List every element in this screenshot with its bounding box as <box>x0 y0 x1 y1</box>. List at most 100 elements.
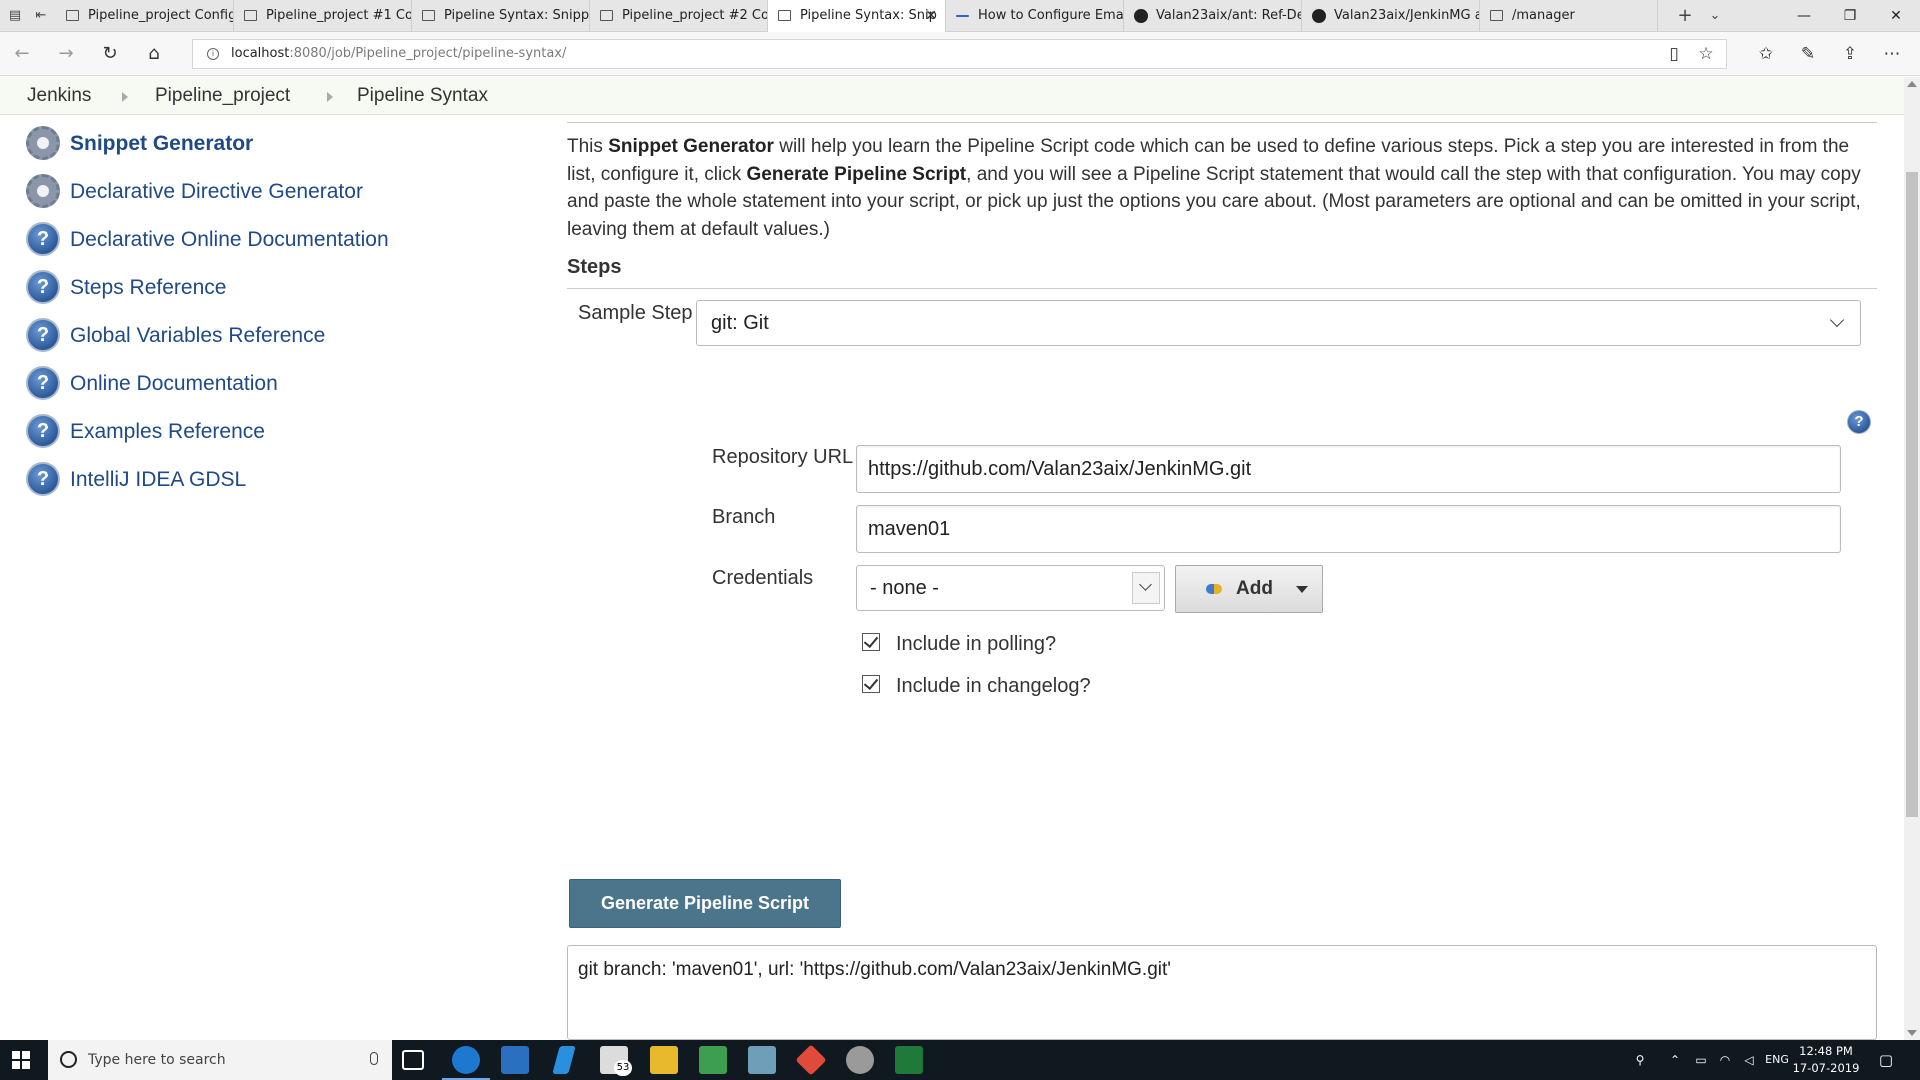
browser-tab-label: Valan23aix/JenkinMG at <box>1334 8 1480 23</box>
breadcrumb-jenkins[interactable]: Jenkins <box>27 77 91 115</box>
reading-view-icon[interactable]: ▯ <box>1662 42 1686 66</box>
set-aside-tabs-icon[interactable]: ⇤ <box>32 7 50 25</box>
sidebar-item-label: Declarative Online Documentation <box>70 228 389 251</box>
edge-browser-icon[interactable] <box>442 1046 490 1080</box>
home-icon[interactable]: ⌂ <box>142 42 166 66</box>
people-icon[interactable]: ⚲ <box>1630 1040 1650 1080</box>
include-changelog-checkbox[interactable] <box>862 675 880 693</box>
browser-tab-active[interactable]: Pipeline Syntax: Snip ✕ <box>768 0 946 33</box>
intro-text: This <box>567 136 609 157</box>
scroll-up-arrow-icon[interactable] <box>1907 81 1917 87</box>
favorites-hub-icon[interactable]: ✩ <box>1754 42 1778 66</box>
sidebar-item-label: Snippet Generator <box>70 132 254 155</box>
tray-chevron-up-icon[interactable]: ⌃ <box>1665 1040 1685 1080</box>
taskbar-clock[interactable]: 12:48 PM 17-07-2019 <box>1790 1043 1862 1077</box>
include-polling-label: Include in polling? <box>896 633 1057 655</box>
sidebar-item-declarative-directive-generator[interactable]: Declarative Directive Generator <box>26 172 526 212</box>
branch-input[interactable]: maven01 <box>856 505 1841 553</box>
mail-icon[interactable]: 53 <box>600 1046 632 1076</box>
sidebar-item-steps-reference[interactable]: ? Steps Reference <box>26 268 526 308</box>
include-polling-checkbox[interactable] <box>862 633 880 651</box>
new-tab-icon[interactable]: + <box>1676 7 1694 25</box>
browser-tab-bar: ▤ ⇤ Pipeline_project Config Pipeline_pro… <box>0 0 1920 33</box>
site-info-icon[interactable]: i <box>207 48 219 60</box>
forward-arrow-icon[interactable]: → <box>54 42 78 66</box>
page-scrollbar[interactable] <box>1904 77 1920 1040</box>
sample-step-select[interactable]: git: Git <box>696 300 1861 346</box>
share-icon[interactable]: ⇪ <box>1838 42 1862 66</box>
browser-tab-label: /manager <box>1512 8 1575 23</box>
browser-tab[interactable]: Pipeline Syntax: Snippet <box>412 0 590 32</box>
close-tab-icon[interactable]: ✕ <box>925 0 937 32</box>
browser-tab[interactable]: Valan23aix/JenkinMG at <box>1302 0 1480 32</box>
add-credentials-button[interactable]: Add <box>1175 565 1323 613</box>
action-center-icon[interactable]: ▢ <box>1872 1040 1900 1080</box>
file-explorer-icon[interactable] <box>650 1046 678 1074</box>
tab-preview-chevron-icon[interactable]: ⌄ <box>1706 7 1724 25</box>
refresh-icon[interactable]: ↻ <box>98 42 122 66</box>
microphone-icon[interactable] <box>370 1052 378 1065</box>
back-arrow-icon[interactable]: ← <box>10 42 34 66</box>
scrollbar-thumb[interactable] <box>1906 172 1918 817</box>
windows-start-icon[interactable] <box>12 1051 30 1069</box>
notepad-icon[interactable] <box>748 1046 776 1074</box>
browser-tab[interactable]: How to Configure Email <box>946 0 1124 32</box>
browser-tab[interactable]: Pipeline_project Config <box>56 0 234 32</box>
paint-icon[interactable] <box>846 1046 874 1074</box>
browser-tab[interactable]: /manager <box>1480 0 1658 32</box>
spreadsheet-icon[interactable] <box>895 1046 923 1074</box>
sidebar-item-examples-reference[interactable]: ? Examples Reference <box>26 412 526 452</box>
browser-tab[interactable]: Pipeline_project #1 Con <box>234 0 412 32</box>
git-icon[interactable] <box>795 1044 827 1076</box>
mail-badge: 53 <box>614 1060 632 1076</box>
wifi-icon[interactable]: ◠ <box>1714 1040 1736 1080</box>
windows-taskbar: Type here to search 53 ⚲ ⌃ ▭ ◠ ◁ ENG 12:… <box>0 1040 1920 1080</box>
browser-tab[interactable]: Pipeline_project #2 Con <box>590 0 768 32</box>
branch-label: Branch <box>712 506 776 528</box>
language-indicator[interactable]: ENG <box>1762 1040 1792 1080</box>
restore-icon[interactable]: ❐ <box>1827 0 1873 32</box>
sidebar-item-label: Steps Reference <box>70 276 227 299</box>
address-bar[interactable]: i localhost:8080/job/Pipeline_project/pi… <box>192 39 1727 69</box>
scroll-down-arrow-icon[interactable] <box>1907 1030 1917 1036</box>
credentials-label: Credentials <box>712 567 814 589</box>
sample-step-value: git: Git <box>711 312 769 334</box>
key-icon <box>1206 584 1222 594</box>
breadcrumb-pipeline-project[interactable]: Pipeline_project <box>155 77 290 115</box>
page-icon <box>422 10 435 21</box>
clock-date: 17-07-2019 <box>1792 1061 1860 1075</box>
taskbar-search-input[interactable]: Type here to search <box>48 1040 392 1080</box>
help-icon: ? <box>26 318 60 352</box>
generated-script-textarea[interactable]: git branch: 'maven01', url: 'https://git… <box>567 945 1877 1040</box>
sidebar-item-global-variables-reference[interactable]: ? Global Variables Reference <box>26 316 526 356</box>
credentials-select[interactable]: - none - <box>856 565 1165 611</box>
vscode-icon[interactable] <box>552 1046 576 1074</box>
breadcrumb-pipeline-syntax[interactable]: Pipeline Syntax <box>357 77 488 115</box>
credentials-value: - none - <box>870 577 939 599</box>
sidebar-item-label: Declarative Directive Generator <box>70 180 363 203</box>
battery-icon[interactable]: ▭ <box>1690 1040 1712 1080</box>
breadcrumb-separator-icon <box>122 92 128 102</box>
pen-notes-icon[interactable]: ✎ <box>1796 42 1820 66</box>
sidebar-item-online-documentation[interactable]: ? Online Documentation <box>26 364 526 404</box>
sidebar-item-declarative-online-documentation[interactable]: ? Declarative Online Documentation <box>26 220 526 260</box>
minimize-icon[interactable]: — <box>1781 0 1827 32</box>
help-icon[interactable]: ? <box>1847 410 1871 434</box>
sidebar-item-snippet-generator[interactable]: Snippet Generator <box>26 124 526 164</box>
tab-actions-icon[interactable]: ▤ <box>6 7 24 25</box>
browser-tab[interactable]: Valan23aix/ant: Ref-Dev <box>1124 0 1302 32</box>
volume-icon[interactable]: ◁ <box>1738 1040 1760 1080</box>
task-view-icon[interactable] <box>402 1050 424 1070</box>
github-icon <box>1312 9 1326 23</box>
media-app-icon[interactable] <box>699 1046 727 1074</box>
close-window-icon[interactable]: ✕ <box>1873 0 1919 32</box>
generate-pipeline-script-button[interactable]: Generate Pipeline Script <box>569 879 841 928</box>
page-icon <box>66 10 79 21</box>
sidebar-item-intellij-idea-gdsl[interactable]: ? IntelliJ IDEA GDSL <box>26 460 526 500</box>
favorite-star-icon[interactable]: ☆ <box>1694 42 1718 66</box>
more-menu-icon[interactable]: ⋯ <box>1880 42 1904 66</box>
browser-tab-label: Pipeline_project Config <box>88 8 234 23</box>
store-icon[interactable] <box>501 1046 529 1074</box>
repository-url-input[interactable]: https://github.com/Valan23aix/JenkinMG.g… <box>856 445 1841 493</box>
intro-bold-generate-script: Generate Pipeline Script <box>746 163 967 185</box>
